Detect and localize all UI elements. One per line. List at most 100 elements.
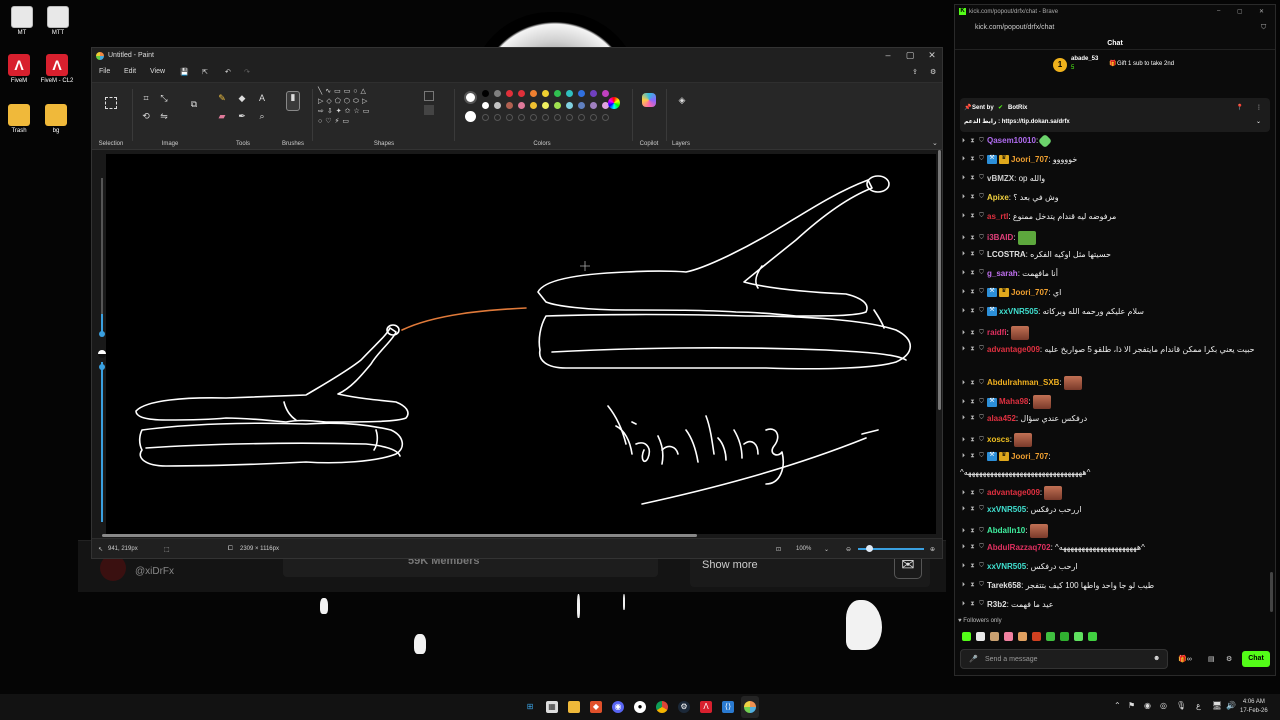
- menu-file[interactable]: File: [99, 68, 110, 75]
- chat-username[interactable]: Apixe: [987, 193, 1009, 202]
- chat-username[interactable]: advantage009: [987, 488, 1040, 497]
- color-swatch[interactable]: [542, 102, 549, 109]
- collapse-icon[interactable]: ⌄: [1256, 118, 1261, 125]
- tray-overflow-icon[interactable]: ⌃: [1114, 701, 1121, 710]
- color-swatch[interactable]: [530, 102, 537, 109]
- chat-username[interactable]: as_rtl: [987, 212, 1008, 221]
- chat-username[interactable]: i3BAID: [987, 233, 1013, 242]
- empty-color-slot[interactable]: [542, 114, 549, 121]
- shield-icon[interactable]: ⛉: [1261, 24, 1266, 32]
- image-select-icon[interactable]: ⧉: [188, 99, 200, 109]
- chat-username[interactable]: xxVNR505: [987, 505, 1026, 514]
- address-bar[interactable]: kick.com/popout/drfx/chat ⛉: [955, 20, 1275, 36]
- send-chat-button[interactable]: Chat: [1242, 651, 1270, 667]
- primary-color[interactable]: [464, 91, 477, 104]
- menu-view[interactable]: View: [150, 68, 165, 75]
- settings-icon[interactable]: ⚙: [930, 68, 936, 76]
- color-swatch[interactable]: [578, 90, 585, 97]
- share-icon[interactable]: ⇱: [202, 68, 208, 76]
- color-swatch[interactable]: [602, 90, 609, 97]
- chat-username[interactable]: alaa452: [987, 414, 1016, 423]
- chat-username[interactable]: Abdulrahman_SXB: [987, 378, 1059, 387]
- zoom-out-icon[interactable]: ⊖: [846, 546, 851, 553]
- volume-icon[interactable]: 🔊: [1226, 701, 1236, 710]
- settings-icon[interactable]: ⚙: [1226, 655, 1232, 663]
- brush-icon[interactable]: ▮: [286, 91, 300, 111]
- minimize-button[interactable]: –: [1217, 8, 1220, 14]
- more-icon[interactable]: ⋮: [1256, 104, 1262, 111]
- start-icon[interactable]: ⊞: [524, 701, 536, 713]
- slider-knob[interactable]: [99, 331, 105, 337]
- emote-icon[interactable]: [1074, 632, 1083, 641]
- file-explorer-icon[interactable]: [568, 701, 580, 713]
- chat-username[interactable]: Abdalln10: [987, 526, 1025, 535]
- tray-app-icon[interactable]: ⚑: [1128, 701, 1135, 710]
- save-icon[interactable]: 💾: [180, 68, 189, 76]
- chat-username[interactable]: Joori_707: [1011, 452, 1048, 461]
- chat-username[interactable]: LCOSTRA: [987, 250, 1026, 259]
- color-swatch[interactable]: [482, 90, 489, 97]
- layers-icon[interactable]: ◈: [676, 95, 688, 105]
- emote-icon[interactable]: [1088, 632, 1097, 641]
- zoom-level[interactable]: 100%: [796, 546, 811, 552]
- pencil-icon[interactable]: ✎: [216, 93, 228, 103]
- tray-discord-icon[interactable]: ◉: [1144, 701, 1151, 710]
- brave-icon[interactable]: ◆: [590, 701, 602, 713]
- emote-icon[interactable]: [1004, 632, 1013, 641]
- chat-username[interactable]: xoscs: [987, 435, 1010, 444]
- color-swatch[interactable]: [590, 102, 597, 109]
- github-icon[interactable]: ●: [634, 701, 646, 713]
- gift-button[interactable]: 🎁∞: [1178, 655, 1192, 663]
- clock[interactable]: 4:06 AM 17-Feb-26: [1240, 698, 1268, 716]
- selection-rect-icon[interactable]: [105, 97, 117, 109]
- chat-username[interactable]: vBMZX: [987, 174, 1014, 183]
- empty-color-slot[interactable]: [590, 114, 597, 121]
- emote-icon[interactable]: [1032, 632, 1041, 641]
- color-swatch[interactable]: [494, 102, 501, 109]
- edit-colors-icon[interactable]: [608, 97, 620, 109]
- copilot-icon[interactable]: [642, 93, 656, 107]
- chat-username[interactable]: Joori_707: [1011, 155, 1048, 164]
- close-button[interactable]: ✕: [1259, 8, 1264, 15]
- fivem-icon[interactable]: Λ: [700, 701, 712, 713]
- color-picker-icon[interactable]: ✒: [236, 111, 248, 121]
- emote-icon[interactable]: [1018, 632, 1027, 641]
- language-indicator[interactable]: ع: [1196, 701, 1201, 710]
- shape-outline-icon[interactable]: [424, 91, 434, 101]
- empty-color-slot[interactable]: [530, 114, 537, 121]
- shapes-gallery[interactable]: ╲∿▭▭○△ ▷◇⬠⬡⬭▷ ⇨⇩✦✩☆▭ ○♡⚡▭: [318, 87, 414, 131]
- chat-username[interactable]: R3b2: [987, 600, 1007, 609]
- color-swatch[interactable]: [506, 102, 513, 109]
- empty-color-slot[interactable]: [494, 114, 501, 121]
- zoom-dropdown-icon[interactable]: ⌄: [824, 546, 829, 553]
- drawing-canvas[interactable]: [106, 154, 936, 534]
- calendar-icon[interactable]: ▦: [546, 701, 558, 713]
- message-input[interactable]: 🎤 Send a message ☻: [960, 649, 1168, 669]
- steam-icon[interactable]: ⚙: [678, 701, 690, 713]
- secondary-color[interactable]: [465, 111, 476, 122]
- desktop-icon-mt[interactable]: MT: [4, 6, 40, 36]
- brush-size-slider[interactable]: [98, 164, 106, 524]
- color-swatch[interactable]: [518, 90, 525, 97]
- close-button[interactable]: ✕: [922, 50, 942, 61]
- vertical-scrollbar[interactable]: [938, 150, 941, 410]
- desktop-icon-bg[interactable]: bg: [38, 104, 74, 134]
- color-swatch[interactable]: [482, 102, 489, 109]
- chat-scrollbar[interactable]: [1270, 572, 1273, 612]
- magnifier-icon[interactable]: ⌕: [256, 111, 268, 121]
- chat-username[interactable]: Maha98: [999, 397, 1028, 406]
- color-swatch[interactable]: [578, 102, 585, 109]
- emote-icon[interactable]: [1060, 632, 1069, 641]
- maximize-button[interactable]: ▢: [1237, 8, 1243, 15]
- horizontal-scrollbar[interactable]: [102, 534, 697, 537]
- mic-icon[interactable]: 🎤: [969, 655, 978, 663]
- desktop-icon-trash[interactable]: Trash: [1, 104, 37, 134]
- tray-mic-icon[interactable]: 🎙: [1176, 701, 1186, 710]
- desktop-icon-mtt[interactable]: MTT: [40, 6, 76, 36]
- shop-icon[interactable]: ▤: [1208, 655, 1215, 663]
- tray-chrome-icon[interactable]: ◎: [1160, 701, 1167, 710]
- chat-username[interactable]: AbdulRazzaq702: [987, 543, 1051, 552]
- network-icon[interactable]: 🖥: [1212, 701, 1222, 710]
- chat-username[interactable]: xxVNR505: [987, 562, 1026, 571]
- crop-icon[interactable]: ⌗: [140, 93, 152, 103]
